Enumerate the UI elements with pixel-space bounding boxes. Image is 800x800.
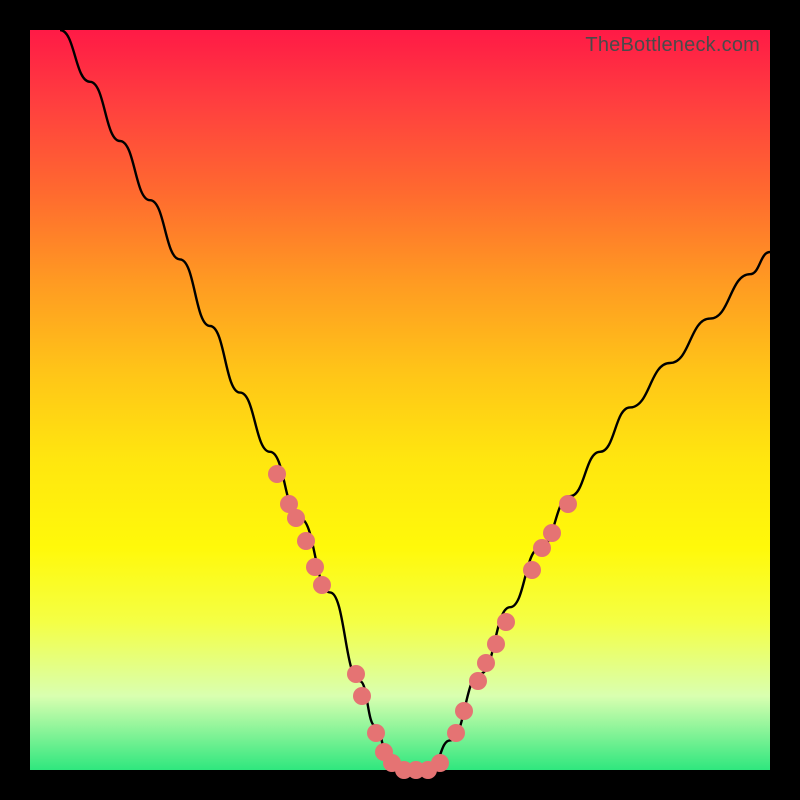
- curve-marker: [306, 558, 324, 576]
- curve-marker: [497, 613, 515, 631]
- curve-marker: [347, 665, 365, 683]
- curve-marker: [469, 672, 487, 690]
- plot-area: TheBottleneck.com: [30, 30, 770, 770]
- curve-marker: [313, 576, 331, 594]
- curve-marker: [477, 654, 495, 672]
- curve-marker: [353, 687, 371, 705]
- curve-marker: [455, 702, 473, 720]
- chart-frame: TheBottleneck.com: [0, 0, 800, 800]
- bottleneck-curve: [30, 30, 770, 770]
- curve-marker: [367, 724, 385, 742]
- curve-marker: [431, 754, 449, 772]
- curve-marker: [297, 532, 315, 550]
- curve-marker: [523, 561, 541, 579]
- curve-marker: [487, 635, 505, 653]
- curve-marker: [543, 524, 561, 542]
- curve-marker: [447, 724, 465, 742]
- curve-marker: [268, 465, 286, 483]
- curve-marker: [287, 509, 305, 527]
- curve-marker: [559, 495, 577, 513]
